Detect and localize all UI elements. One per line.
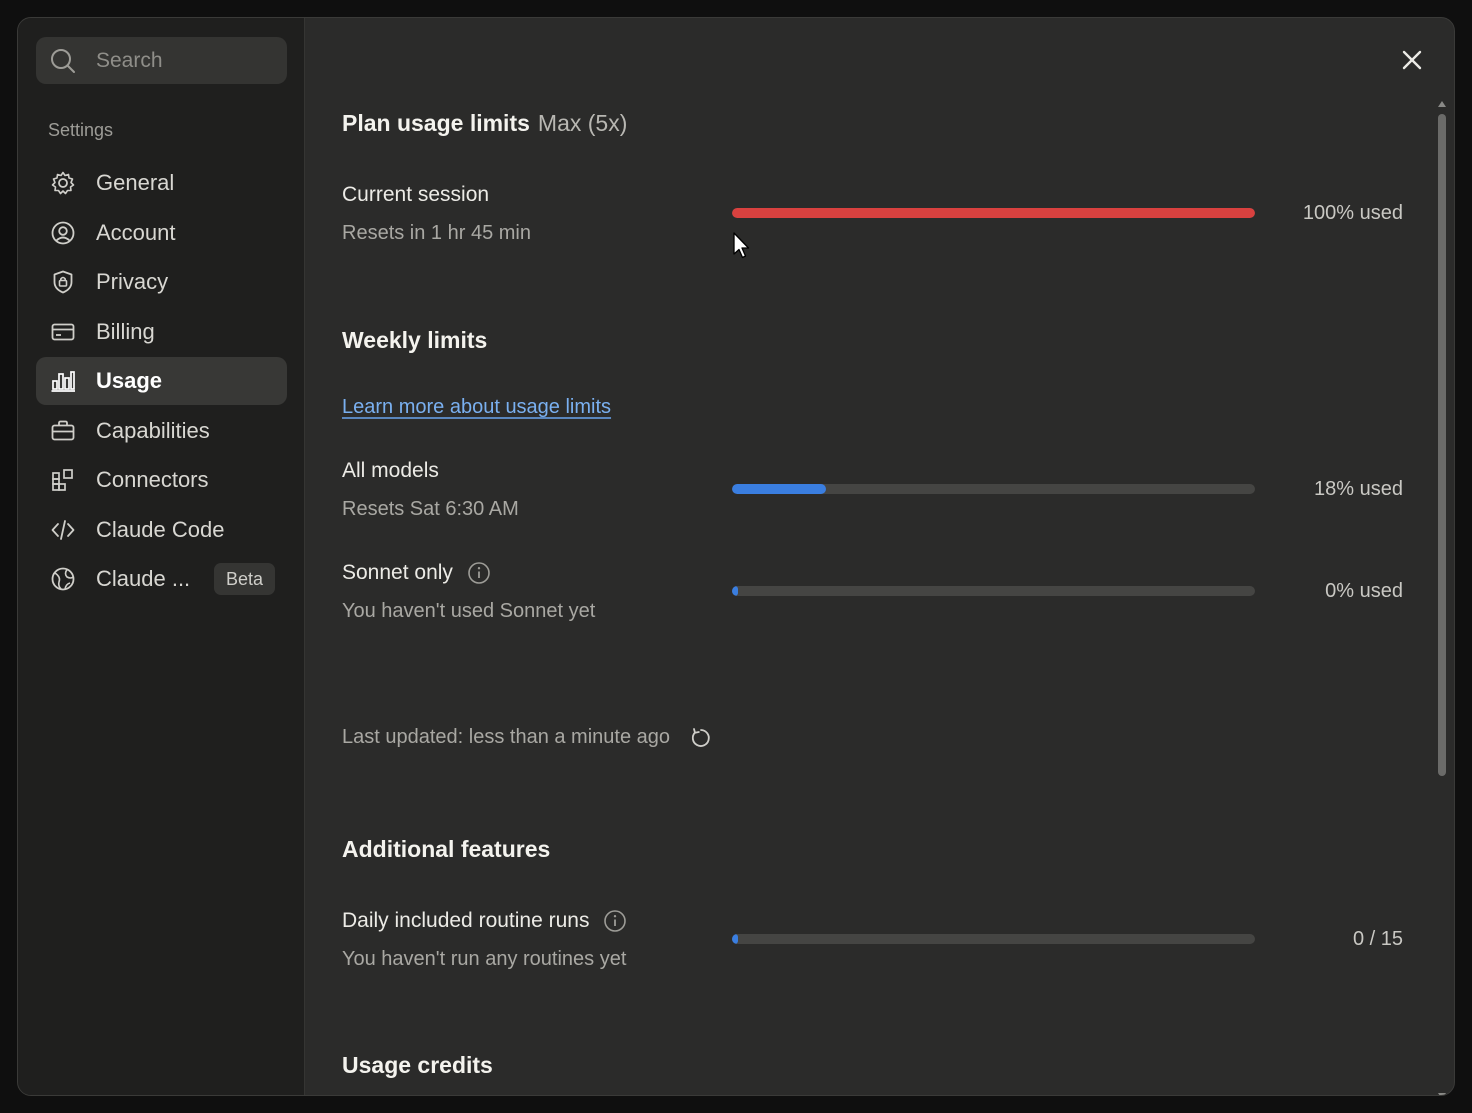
learn-more-link[interactable]: Learn more about usage limits	[342, 396, 611, 419]
all-models-progress	[732, 484, 1255, 494]
sidebar-item-claude-browser[interactable]: Claude ... Beta	[36, 555, 287, 603]
sidebar-item-label: Billing	[96, 318, 155, 344]
usage-credits-heading: Usage credits	[342, 1052, 493, 1078]
refresh-icon[interactable]	[690, 727, 712, 749]
sidebar-nav: General Account Privacy Billing Usage Ca…	[36, 159, 287, 605]
scroll-thumb[interactable]	[1438, 114, 1446, 776]
gear-icon	[49, 169, 77, 197]
sidebar-item-connectors[interactable]: Connectors	[36, 456, 287, 504]
sonnet-only-label: Sonnet only	[342, 561, 453, 584]
user-circle-icon	[49, 219, 77, 247]
routine-runs-title: Daily included routine runs	[342, 909, 627, 933]
sonnet-only-progress-fill	[732, 586, 739, 596]
sidebar: Settings General Account Privacy	[18, 18, 305, 1095]
sidebar-item-label: Connectors	[96, 467, 209, 492]
search-input[interactable]	[94, 47, 278, 74]
additional-features-heading: Additional features	[342, 836, 551, 862]
routine-runs-subtitle: You haven't run any routines yet	[342, 948, 627, 970]
scroll-down-arrow-icon[interactable]	[1437, 1092, 1447, 1096]
page-title-text: Plan usage limits	[342, 110, 530, 136]
settings-window: Settings General Account Privacy	[17, 17, 1455, 1096]
search-icon	[51, 48, 75, 73]
routine-runs-count: 0 / 15	[1352, 928, 1403, 950]
current-session-progress	[732, 208, 1255, 218]
info-icon[interactable]	[603, 909, 627, 933]
routine-runs-progress-fill	[732, 934, 739, 944]
info-icon[interactable]	[467, 561, 491, 585]
current-session-used: 100% used	[1302, 202, 1403, 224]
routine-runs-label: Daily included routine runs	[342, 909, 590, 932]
sidebar-item-label: Privacy	[96, 269, 169, 294]
scrollbar[interactable]	[1437, 100, 1447, 1096]
all-models-used: 18% used	[1314, 478, 1403, 500]
shield-lock-icon	[49, 268, 77, 296]
search-box[interactable]	[36, 37, 287, 84]
briefcase-icon	[49, 417, 77, 445]
sidebar-item-label: General	[96, 170, 175, 195]
last-updated-text: Last updated: less than a minute ago	[342, 726, 671, 748]
sonnet-only-title: Sonnet only	[342, 561, 491, 585]
sidebar-item-label: Claude ...	[96, 566, 191, 591]
current-session-subtitle: Resets in 1 hr 45 min	[342, 222, 531, 244]
all-models-subtitle: Resets Sat 6:30 AM	[342, 498, 519, 520]
close-button[interactable]	[1400, 48, 1424, 72]
current-session-title: Current session	[342, 183, 490, 206]
sidebar-item-privacy[interactable]: Privacy	[36, 258, 287, 306]
current-session-progress-fill	[732, 208, 1255, 218]
close-icon	[1402, 50, 1422, 70]
main-panel: Plan usage limits Max (5x) Current sessio…	[305, 18, 1454, 1095]
credit-card-icon	[49, 318, 77, 346]
sidebar-item-account[interactable]: Account	[36, 209, 287, 257]
all-models-progress-fill	[732, 484, 827, 494]
sidebar-item-label: Claude Code	[96, 516, 225, 542]
last-updated: Last updated: less than a minute ago	[342, 726, 712, 749]
sonnet-only-used: 0% used	[1325, 580, 1403, 602]
sidebar-item-capabilities[interactable]: Capabilities	[36, 407, 287, 455]
beta-badge: Beta	[213, 563, 275, 595]
sidebar-item-label: Capabilities	[96, 417, 210, 443]
mouse-cursor-icon	[733, 232, 750, 259]
sidebar-item-usage[interactable]: Usage	[36, 357, 287, 405]
all-models-title: All models	[342, 459, 439, 482]
sidebar-item-billing[interactable]: Billing	[36, 308, 287, 356]
routine-runs-progress	[732, 934, 1255, 944]
sidebar-item-label: Usage	[96, 368, 163, 393]
puzzle-icon	[49, 466, 77, 494]
sidebar-item-claude-code[interactable]: Claude Code	[36, 506, 287, 554]
sonnet-only-subtitle: You haven't used Sonnet yet	[342, 600, 596, 622]
globe-icon	[49, 565, 77, 593]
weekly-limits-heading: Weekly limits	[342, 327, 488, 353]
plan-badge: Max (5x)	[537, 110, 628, 136]
code-icon	[49, 516, 77, 544]
bar-chart-icon	[49, 367, 77, 395]
sonnet-only-progress	[732, 586, 1255, 596]
sidebar-item-label: Account	[96, 219, 176, 245]
sidebar-section-label: Settings	[48, 120, 114, 140]
sidebar-item-general[interactable]: General	[36, 159, 287, 207]
page-title: Plan usage limits Max (5x)	[342, 110, 627, 137]
scroll-up-arrow-icon[interactable]	[1437, 100, 1447, 108]
